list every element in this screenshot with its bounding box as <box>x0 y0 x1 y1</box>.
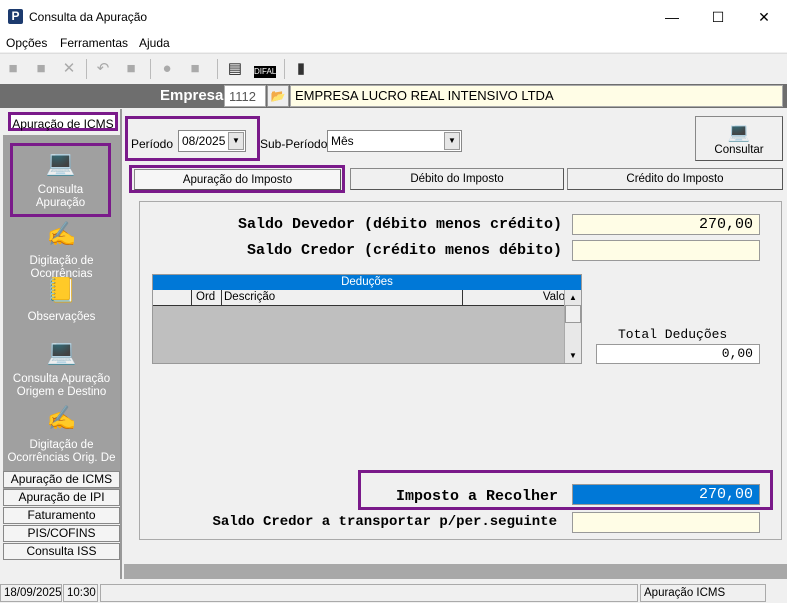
new-icon[interactable]: ■ <box>4 60 22 78</box>
imposto-recolher-field: 270,00 <box>572 484 760 505</box>
saldo-devedor-field: 270,00 <box>572 214 760 235</box>
periodo-value: 08/2025 <box>182 134 226 148</box>
saldo-credor-field <box>572 240 760 261</box>
open-folder-icon[interactable]: 📂 <box>267 85 289 107</box>
section-faturamento[interactable]: Faturamento <box>3 507 120 524</box>
notebook-pen-icon: 📒 <box>46 277 77 304</box>
empresa-code-input[interactable]: 1112 <box>224 85 266 107</box>
empresa-bar: Empresa 1112 📂 EMPRESA LUCRO REAL INTENS… <box>0 84 787 108</box>
save-report-icon[interactable]: ▤ <box>226 60 244 78</box>
scroll-down-icon[interactable]: ▼ <box>565 348 581 363</box>
imposto-recolher-label: Imposto a Recolher <box>395 488 558 505</box>
close-button[interactable]: ✕ <box>741 4 787 30</box>
saldo-credor-label: Saldo Credor (crédito menos débito) <box>246 242 562 259</box>
subperiodo-select[interactable]: Mês ▼ <box>327 130 462 152</box>
sidebar-item-label: Observações <box>27 311 96 323</box>
app-logo-icon: P <box>8 9 23 24</box>
empresa-label: Empresa <box>160 87 224 104</box>
section-pis-cofins[interactable]: PIS/COFINS <box>3 525 120 542</box>
print-icon[interactable]: ● <box>158 60 176 78</box>
saldo-transportar-label: Saldo Credor a transportar p/per.seguint… <box>212 514 557 530</box>
tab-credito-imposto[interactable]: Crédito do Imposto <box>567 168 783 190</box>
preview-icon[interactable]: ■ <box>186 60 204 78</box>
sidebar: Apuração de ICMS 💻 Consulta Apuração ✍ D… <box>0 109 122 579</box>
sidebar-item-digitacao-ocorrencias[interactable]: ✍ Digitação de Ocorrências <box>3 219 120 281</box>
minimize-button[interactable]: — <box>649 4 695 30</box>
title-bar: P Consulta da Apuração — ☐ ✕ <box>0 0 787 34</box>
sidebar-icon-list: 💻 Consulta Apuração ✍ Digitação de Ocorr… <box>3 135 120 495</box>
periodo-select[interactable]: 08/2025 ▼ <box>178 130 246 152</box>
chevron-down-icon[interactable]: ▼ <box>444 132 460 150</box>
computer-search-icon: 💻 <box>727 122 751 142</box>
difal-computer-icon: 💻 <box>46 339 77 366</box>
deducoes-grid: Deduções Ord Descrição Valo ▲ ▼ <box>152 274 582 364</box>
toolbar-separator <box>86 59 87 79</box>
consultar-button[interactable]: 💻 Consultar <box>695 116 783 161</box>
toolbar-separator <box>217 59 218 79</box>
sidebar-item-label: Consulta Apuração Origem e Destino <box>12 373 111 398</box>
edit-icon[interactable]: ■ <box>32 60 50 78</box>
consultar-label: Consultar <box>714 144 764 156</box>
tab-apuracao-icms[interactable]: Apuração de ICMS <box>8 112 118 131</box>
section-apuracao-icms-st[interactable]: Apuração de ICMS ST <box>3 471 120 501</box>
undo-icon[interactable]: ↶ <box>94 60 112 78</box>
hand-writing-icon: ✍ <box>46 221 77 248</box>
main-panel: Período 08/2025 ▼ Sub-Período Mês ▼ 💻 Co… <box>124 109 787 579</box>
sidebar-item-observacoes[interactable]: 📒 Observações <box>3 275 120 324</box>
subperiodo-label: Sub-Período <box>260 137 328 151</box>
difal-writing-icon: ✍ <box>46 405 77 432</box>
section-consulta-iss[interactable]: Consulta ISS <box>3 543 120 560</box>
column-valor[interactable]: Valo <box>462 290 565 305</box>
sidebar-item-consulta-origem-destino[interactable]: 💻 Consulta Apuração Origem e Destino <box>3 337 120 399</box>
delete-icon[interactable]: ✕ <box>60 60 78 78</box>
sidebar-item-consulta-apuracao[interactable]: 💻 Consulta Apuração <box>10 143 111 217</box>
deducoes-title: Deduções <box>153 275 581 290</box>
menu-opcoes[interactable]: Opções <box>6 36 47 50</box>
subperiodo-value: Mês <box>331 134 354 148</box>
status-bar: 18/09/2025 10:30 Apuração ICMS <box>0 582 787 603</box>
toolbar-separator <box>150 59 151 79</box>
grid-scrollbar[interactable]: ▲ ▼ <box>564 290 581 363</box>
tab-apuracao-imposto[interactable]: Apuração do Imposto <box>134 169 341 190</box>
stop-icon[interactable]: ■ <box>122 60 140 78</box>
menu-bar: Opções Ferramentas Ajuda <box>0 34 787 52</box>
section-apuracao-ipi[interactable]: Apuração de IPI <box>3 489 120 506</box>
difal-icon[interactable]: DIFAL <box>254 66 276 78</box>
sidebar-item-label: Digitação de Ocorrências Orig. De <box>7 439 116 464</box>
tab-debito-imposto[interactable]: Débito do Imposto <box>350 168 564 190</box>
maximize-button[interactable]: ☐ <box>695 4 741 30</box>
saldo-transportar-field <box>572 512 760 533</box>
toolbar: ■ ■ ✕ ↶ ■ ● ■ ▤ DIFAL ▮ <box>0 53 787 83</box>
column-descricao[interactable]: Descrição <box>221 290 462 305</box>
menu-ajuda[interactable]: Ajuda <box>139 36 170 50</box>
menu-ferramentas[interactable]: Ferramentas <box>60 36 128 50</box>
computer-search-icon: 💻 <box>45 150 76 177</box>
total-deducoes-field: 0,00 <box>596 344 760 364</box>
status-date: 18/09/2025 <box>0 584 62 602</box>
sidebar-item-label: Consulta Apuração <box>35 184 86 209</box>
status-module: Apuração ICMS <box>640 584 766 602</box>
main-footer-bar <box>124 564 787 579</box>
column-ord[interactable]: Ord <box>191 290 221 305</box>
total-deducoes-label: Total Deduções <box>618 327 728 342</box>
scroll-up-icon[interactable]: ▲ <box>565 290 581 305</box>
saldo-devedor-label: Saldo Devedor (débito menos crédito) <box>237 216 562 233</box>
exit-door-icon[interactable]: ▮ <box>292 60 310 78</box>
periodo-label: Período <box>131 137 174 151</box>
window-title: Consulta da Apuração <box>29 10 148 24</box>
toolbar-separator <box>284 59 285 79</box>
empresa-name-field: EMPRESA LUCRO REAL INTENSIVO LTDA <box>290 85 783 107</box>
status-message <box>100 584 638 602</box>
scroll-thumb[interactable] <box>565 305 581 323</box>
chevron-down-icon[interactable]: ▼ <box>228 132 244 150</box>
status-time: 10:30 <box>63 584 98 602</box>
